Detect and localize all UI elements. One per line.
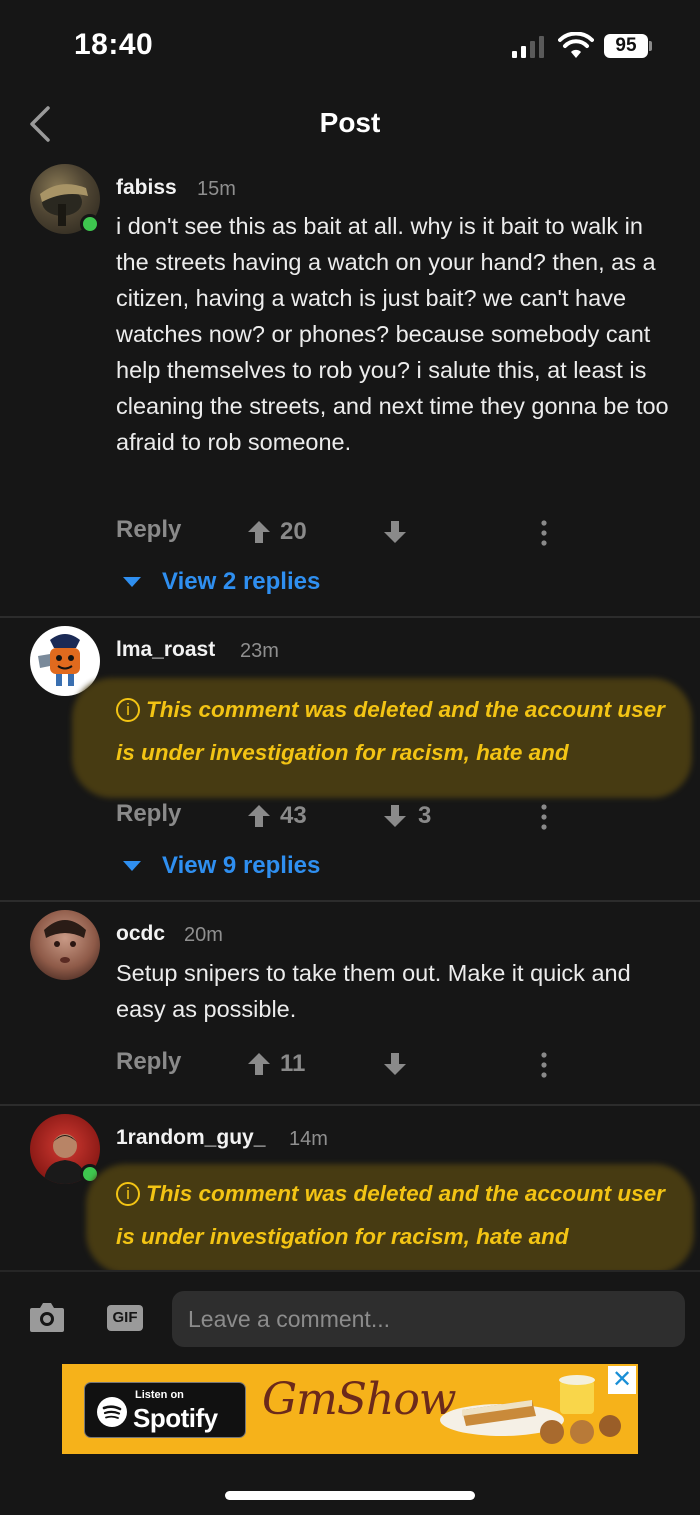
deleted-comment-text: i This comment was deleted and the accoun… (116, 1172, 676, 1258)
comment-input[interactable] (172, 1291, 685, 1347)
more-options-icon[interactable] (534, 518, 554, 548)
deleted-comment-message: This comment was deleted and the account… (116, 697, 665, 765)
ad-listen-on: Listen on (135, 1389, 184, 1401)
spotify-logo-icon (97, 1397, 127, 1427)
view-replies-label: View 2 replies (162, 568, 321, 595)
more-options-icon[interactable] (534, 802, 554, 832)
downvote-count: 3 (418, 802, 432, 829)
spotify-badge[interactable]: Listen on Spotify (84, 1382, 246, 1438)
status-bar: 18:40 95 (0, 0, 700, 92)
chevron-down-icon (123, 861, 141, 871)
wifi-icon (558, 32, 594, 58)
comment-actions: Reply 11 (0, 1048, 700, 1088)
ad-close-button[interactable]: ✕ (608, 1366, 636, 1394)
arrow-down-icon (384, 805, 406, 827)
downvote-button[interactable] (382, 1048, 418, 1080)
comment-body: i don't see this as bait at all. why is … (116, 213, 669, 455)
camera-icon[interactable] (28, 1300, 66, 1334)
upvote-count: 43 (280, 802, 307, 829)
battery-tip (649, 41, 652, 51)
comment-username[interactable]: 1random_guy_ (116, 1126, 265, 1150)
ad-spotify-label: Spotify (133, 1403, 218, 1433)
info-icon: i (116, 1182, 140, 1206)
comment-time: 23m (240, 640, 279, 662)
comment-actions: Reply 43 3 (0, 800, 700, 840)
upvote-count: 20 (280, 518, 307, 545)
comment-actions: Reply 20 (0, 516, 700, 556)
comment-time: 20m (184, 924, 223, 946)
downvote-button[interactable]: 3 (382, 800, 431, 832)
avatar[interactable] (30, 910, 100, 980)
deleted-comment-notice: i This comment was deleted and the accoun… (72, 670, 696, 802)
upvote-button[interactable]: 43 (246, 800, 307, 832)
comment-fabiss: fabiss 15m i don't see this as bait at a… (0, 160, 700, 618)
deleted-comment-notice: i This comment was deleted and the accoun… (72, 1154, 696, 1274)
upvote-button[interactable]: 11 (246, 1048, 305, 1080)
comment-1random-guy: 1random_guy_ 14m i This comment was delet… (0, 1106, 700, 1274)
reply-button[interactable]: Reply (116, 800, 181, 828)
nav-bar: Post (0, 92, 700, 156)
comment-username[interactable]: fabiss (116, 176, 177, 200)
ad-brand-logo: GmShow (262, 1374, 457, 1425)
comment-ocdc: ocdc 20m Setup snipers to take them out.… (0, 902, 700, 1104)
gif-button[interactable]: GIF (107, 1305, 143, 1331)
comment-username[interactable]: lma_roast (116, 638, 215, 662)
view-replies-button[interactable]: View 2 replies (122, 566, 320, 598)
reply-button[interactable]: Reply (116, 516, 181, 544)
ad-product-image (440, 1375, 621, 1444)
comment-time: 15m (197, 178, 236, 200)
ad-banner[interactable]: Listen on Spotify GmShow ✕ (62, 1364, 638, 1454)
deleted-comment-message: This comment was deleted and the account… (116, 1181, 665, 1249)
arrow-up-icon (248, 1053, 270, 1075)
comment-body: Setup snipers to take them out. Make it … (116, 960, 631, 1022)
reply-button[interactable]: Reply (116, 1048, 181, 1076)
more-options-icon[interactable] (534, 1050, 554, 1080)
comment-lma-roast: lma_roast 23m i This comment was deleted … (0, 618, 700, 900)
avatar-image (44, 920, 86, 963)
arrow-up-icon (248, 521, 270, 543)
comment-time: 14m (289, 1128, 328, 1150)
chevron-down-icon (123, 577, 141, 587)
deleted-comment-text: i This comment was deleted and the accoun… (116, 688, 676, 774)
comment-input-bar: GIF (0, 1270, 700, 1360)
home-indicator[interactable] (225, 1491, 475, 1500)
upvote-count: 11 (280, 1050, 306, 1077)
upvote-button[interactable]: 20 (246, 516, 307, 548)
online-status-dot (80, 214, 100, 234)
status-time: 18:40 (74, 28, 154, 61)
battery-indicator: 95 (604, 34, 648, 58)
info-icon: i (116, 698, 140, 722)
cellular-signal-icon (512, 36, 544, 58)
view-replies-button[interactable]: View 9 replies (122, 850, 320, 882)
view-replies-label: View 9 replies (162, 852, 321, 879)
arrow-down-icon (384, 1053, 406, 1075)
comment-username[interactable]: ocdc (116, 922, 165, 946)
arrow-up-icon (248, 805, 270, 827)
downvote-button[interactable] (382, 516, 418, 548)
arrow-down-icon (384, 521, 406, 543)
page-title: Post (319, 107, 381, 138)
